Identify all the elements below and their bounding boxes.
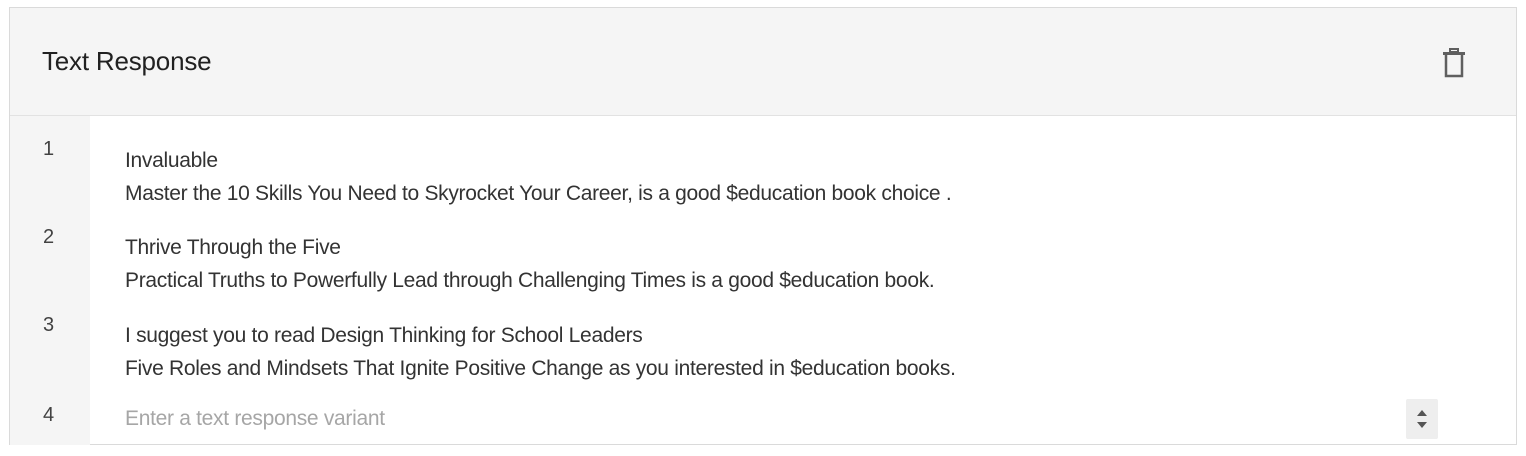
row-number: 1 — [43, 138, 55, 160]
response-text-line: Invaluable — [125, 149, 218, 172]
response-text-line: Thrive Through the Five — [125, 236, 341, 259]
response-text[interactable]: Thrive Through the Five Practical Truths… — [125, 231, 1385, 297]
row-number: 4 — [43, 404, 55, 426]
response-text[interactable]: I suggest you to read Design Thinking fo… — [125, 319, 1385, 385]
response-text[interactable]: Invaluable Master the 10 Skills You Need… — [125, 144, 1385, 210]
line-number-gutter — [10, 116, 90, 445]
panel-header: Text Response — [10, 8, 1516, 116]
response-text-line: I suggest you to read Design Thinking fo… — [125, 324, 643, 347]
row-number: 2 — [43, 226, 55, 248]
response-text-line: Five Roles and Mindsets That Ignite Posi… — [125, 357, 956, 380]
text-response-panel: Text Response 1 Invaluable Master the 10… — [9, 7, 1517, 445]
up-down-arrows-icon[interactable] — [1406, 399, 1438, 439]
response-text-line: Master the 10 Skills You Need to Skyrock… — [125, 182, 952, 205]
row-number: 3 — [43, 314, 55, 336]
panel-title: Text Response — [42, 46, 212, 76]
response-text-line: Practical Truths to Powerfully Lead thro… — [125, 269, 935, 292]
trash-icon[interactable] — [1442, 48, 1466, 78]
text-response-variant-input[interactable] — [125, 402, 1385, 436]
